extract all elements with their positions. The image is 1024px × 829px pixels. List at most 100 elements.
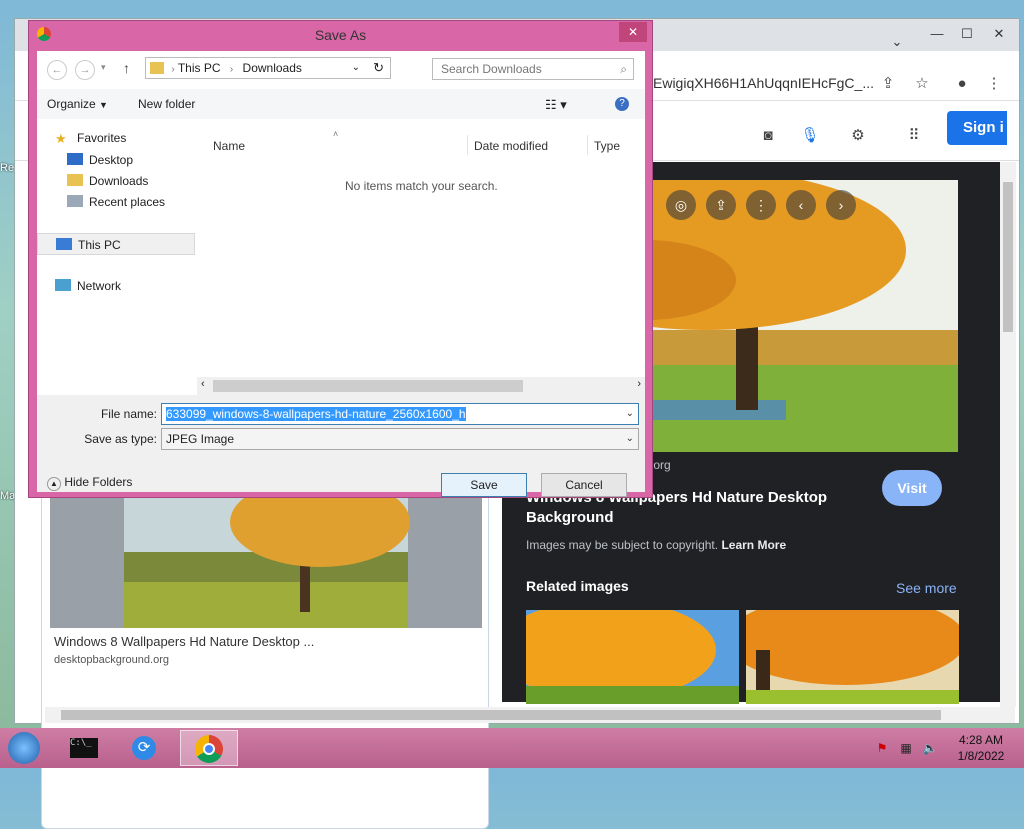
column-type[interactable]: Type <box>594 139 620 153</box>
apps-grid-icon[interactable]: ⠿ <box>903 125 925 147</box>
tab-search-icon[interactable]: ⌄ <box>885 33 909 51</box>
refresh-icon[interactable]: ↻ <box>373 58 384 78</box>
chrome-center <box>203 743 215 755</box>
breadcrumb-this-pc[interactable]: This PC <box>178 61 221 75</box>
nav-recent-places[interactable]: Recent places <box>67 195 165 209</box>
mic-icon[interactable]: 🎙 <box>799 125 821 147</box>
empty-folder-message: No items match your search. <box>345 179 498 193</box>
horizontal-scrollbar[interactable] <box>45 707 1015 723</box>
visit-button[interactable]: Visit <box>882 470 942 506</box>
maximize-button[interactable]: ☐ <box>955 25 979 43</box>
network-status-icon[interactable]: ▦ <box>898 740 914 756</box>
save-button[interactable]: Save <box>441 473 527 497</box>
breadcrumb-downloads[interactable]: Downloads <box>243 61 302 75</box>
lens-icon[interactable]: ◎ <box>666 190 696 220</box>
chevron-right-icon[interactable]: › <box>230 64 233 75</box>
folder-icon <box>150 62 164 74</box>
forward-arrow-icon[interactable]: → <box>75 60 95 80</box>
related-image[interactable] <box>526 610 739 704</box>
column-divider[interactable] <box>587 135 588 155</box>
chevron-down-icon: ▼ <box>99 100 108 110</box>
vertical-scrollbar[interactable] <box>1000 162 1016 707</box>
chevron-down-icon[interactable]: ⌄ <box>626 404 634 424</box>
source-domain[interactable]: .org <box>650 458 671 472</box>
related-image[interactable] <box>746 610 959 704</box>
downloads-folder-icon <box>67 174 83 186</box>
minimize-button[interactable]: — <box>925 25 949 43</box>
scroll-thumb[interactable] <box>1003 182 1013 332</box>
settings-gear-icon[interactable]: ⚙ <box>847 125 869 147</box>
taskbar-cmd[interactable]: C:\_ <box>58 730 112 766</box>
up-arrow-icon[interactable]: ↑ <box>123 60 130 76</box>
save-as-type-label: Save as type: <box>84 432 157 446</box>
chevron-down-icon[interactable]: ⌄ <box>626 429 634 449</box>
recent-locations-icon[interactable]: ▾ <box>101 62 106 73</box>
url-input[interactable]: EwigiqXH66H1AhUqqnIEHcFgC_... <box>653 75 874 91</box>
result-title[interactable]: Windows 8 Wallpapers Hd Nature Desktop .… <box>54 634 314 649</box>
search-input[interactable]: Search Downloads ⌕ <box>432 58 634 80</box>
hide-folders-toggle[interactable]: ▲ Hide Folders <box>47 475 132 491</box>
nav-label: Desktop <box>89 153 134 167</box>
scroll-thumb[interactable] <box>61 710 941 720</box>
breadcrumb[interactable]: › This PC › Downloads ⌄ ↻ <box>145 57 391 79</box>
view-options-icon[interactable]: ☷ ▾ <box>545 97 567 113</box>
close-button[interactable]: ✕ <box>987 25 1011 43</box>
chevron-left-icon[interactable]: ‹ <box>786 190 816 220</box>
more-icon[interactable]: ⋮ <box>746 190 776 220</box>
nav-favorites[interactable]: ★ Favorites <box>55 131 126 146</box>
computer-icon <box>56 238 72 250</box>
chevron-down-icon[interactable]: ⌄ <box>352 58 360 78</box>
dialog-close-button[interactable]: ✕ <box>619 22 647 42</box>
taskbar-sync[interactable]: ⟳ <box>118 730 172 766</box>
nav-downloads[interactable]: Downloads <box>67 174 148 188</box>
help-icon[interactable]: ? <box>615 97 629 111</box>
back-arrow-icon[interactable]: ← <box>47 60 67 80</box>
profile-icon[interactable]: ● <box>951 73 973 95</box>
new-folder-button[interactable]: New folder <box>138 97 195 111</box>
result-thumbnail[interactable] <box>50 492 482 628</box>
file-name-value[interactable]: 633099_windows-8-wallpapers-hd-nature_25… <box>166 407 466 421</box>
scroll-thumb[interactable] <box>213 380 523 392</box>
cancel-button[interactable]: Cancel <box>541 473 627 497</box>
dialog-body: ← → ▾ ↑ › This PC › Downloads ⌄ ↻ Search… <box>37 51 645 497</box>
nav-this-pc[interactable]: This PC <box>37 233 195 255</box>
volume-muted-icon[interactable]: 🔈 <box>922 740 938 756</box>
sign-in-button[interactable]: Sign i <box>947 111 1007 145</box>
scroll-left-icon[interactable]: ‹ <box>201 378 205 390</box>
result-card[interactable]: Windows 8 Wallpapers Hd Nature Desktop .… <box>41 487 489 829</box>
share-icon[interactable]: ⇪ <box>877 73 899 95</box>
chevron-right-icon[interactable]: › <box>826 190 856 220</box>
chevron-right-icon[interactable]: › <box>171 64 174 75</box>
column-date-modified[interactable]: Date modified <box>474 139 548 153</box>
navigation-bar: ← → ▾ ↑ › This PC › Downloads ⌄ ↻ Search… <box>37 51 645 89</box>
column-name[interactable]: Name <box>213 139 245 153</box>
search-placeholder: Search Downloads <box>441 62 542 76</box>
save-as-type-select[interactable]: JPEG Image ⌄ <box>161 428 639 450</box>
action-center-flag-icon[interactable]: ⚑ <box>874 740 890 756</box>
bookmark-star-icon[interactable]: ☆ <box>911 73 933 95</box>
file-name-input[interactable]: 633099_windows-8-wallpapers-hd-nature_25… <box>161 403 639 425</box>
nav-label: Network <box>77 279 122 293</box>
scroll-right-icon[interactable]: › <box>637 378 641 390</box>
file-list-scrollbar[interactable]: ‹ › <box>197 377 645 395</box>
nav-desktop[interactable]: Desktop <box>67 153 133 167</box>
result-source: desktopbackground.org <box>54 654 169 666</box>
search-icon[interactable]: ⌕ <box>620 59 627 79</box>
save-options-area: File name: 633099_windows-8-wallpapers-h… <box>37 395 645 497</box>
copyright-note: Images may be subject to copyright. Lear… <box>526 538 786 552</box>
taskbar-chrome[interactable] <box>180 730 238 766</box>
navigation-pane: ★ Favorites Desktop Downloads Recent plac… <box>37 119 197 395</box>
organize-menu[interactable]: Organize ▼ <box>47 97 108 111</box>
nav-network[interactable]: Network <box>55 279 121 293</box>
column-divider[interactable] <box>467 135 468 155</box>
desktop-icon <box>67 153 83 165</box>
command-prompt-icon: C:\_ <box>70 738 98 758</box>
see-more-link[interactable]: See more <box>896 580 957 596</box>
nav-label: Downloads <box>89 174 149 188</box>
menu-icon[interactable]: ⋮ <box>983 73 1005 95</box>
camera-icon[interactable]: ◙ <box>757 125 779 147</box>
clock[interactable]: 4:28 AM 1/8/2022 <box>948 732 1014 764</box>
share-icon[interactable]: ⇪ <box>706 190 736 220</box>
learn-more-link[interactable]: Learn More <box>721 538 786 552</box>
start-button[interactable] <box>2 730 46 766</box>
